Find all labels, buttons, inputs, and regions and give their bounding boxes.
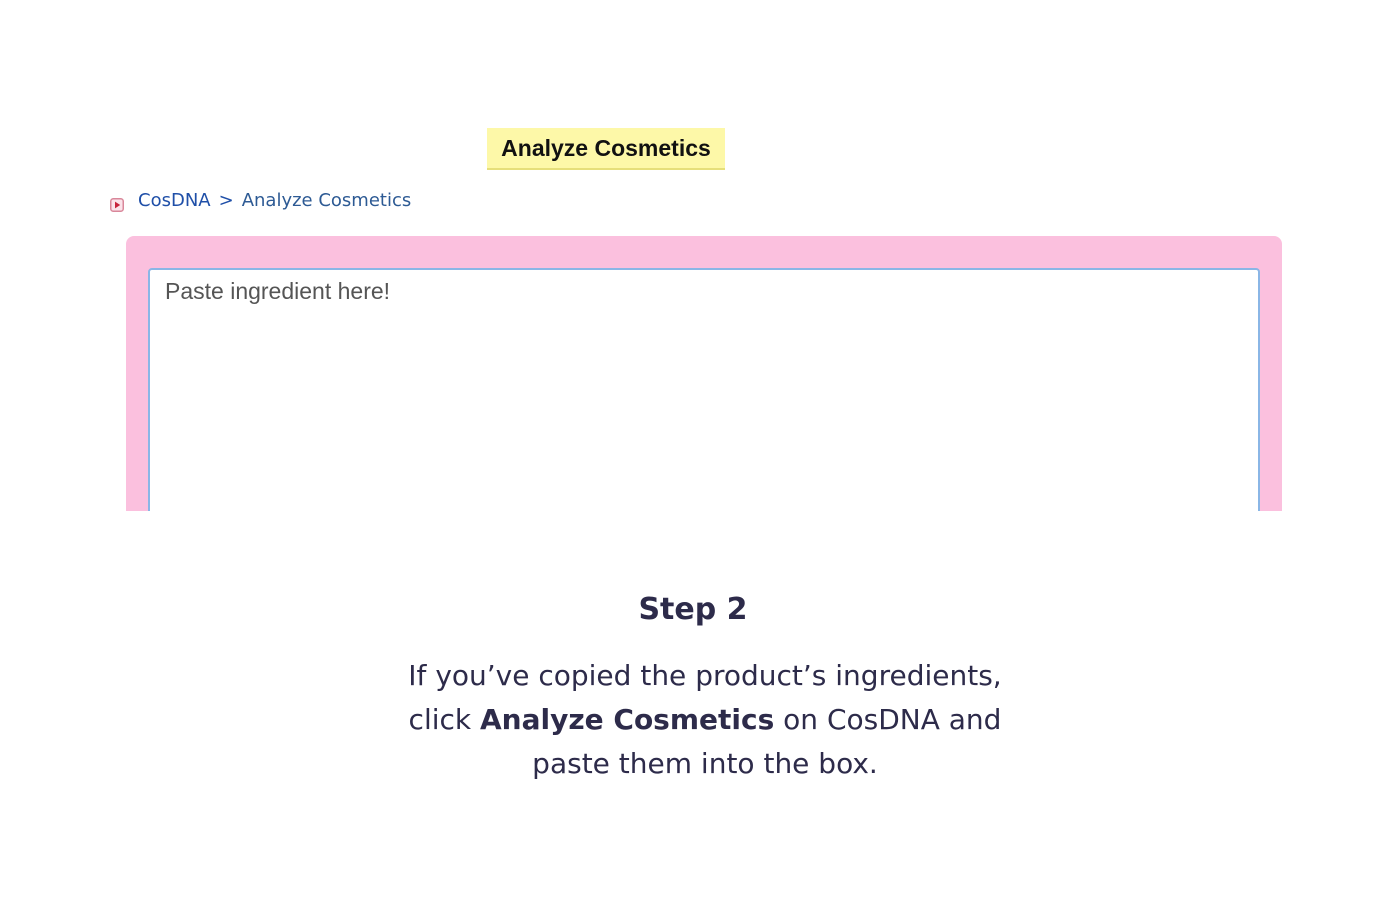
breadcrumb-root-link[interactable]: CosDNA [138,190,211,211]
step-label: Step 2 [638,592,748,627]
ingredient-input[interactable] [148,268,1260,511]
ingredient-panel [126,236,1282,511]
play-arrow-icon [110,198,124,212]
page-title: Analyze Cosmetics [487,128,725,170]
step-emphasis: Analyze Cosmetics [480,703,775,736]
breadcrumb: CosDNA > Analyze Cosmetics [110,188,411,212]
step-text: click [408,703,481,736]
step-description-line: If you’ve copied the product’s ingredien… [408,659,1002,692]
step-description-line: paste them into the box. [532,747,878,780]
breadcrumb-separator: > [218,189,234,211]
step-description-line: click Analyze Cosmetics on CosDNA and [370,698,1040,742]
step-description: If you’ve copied the product’s ingredien… [370,654,1040,786]
step-text: on CosDNA and [774,703,1002,736]
breadcrumb-current-link[interactable]: Analyze Cosmetics [242,190,412,211]
